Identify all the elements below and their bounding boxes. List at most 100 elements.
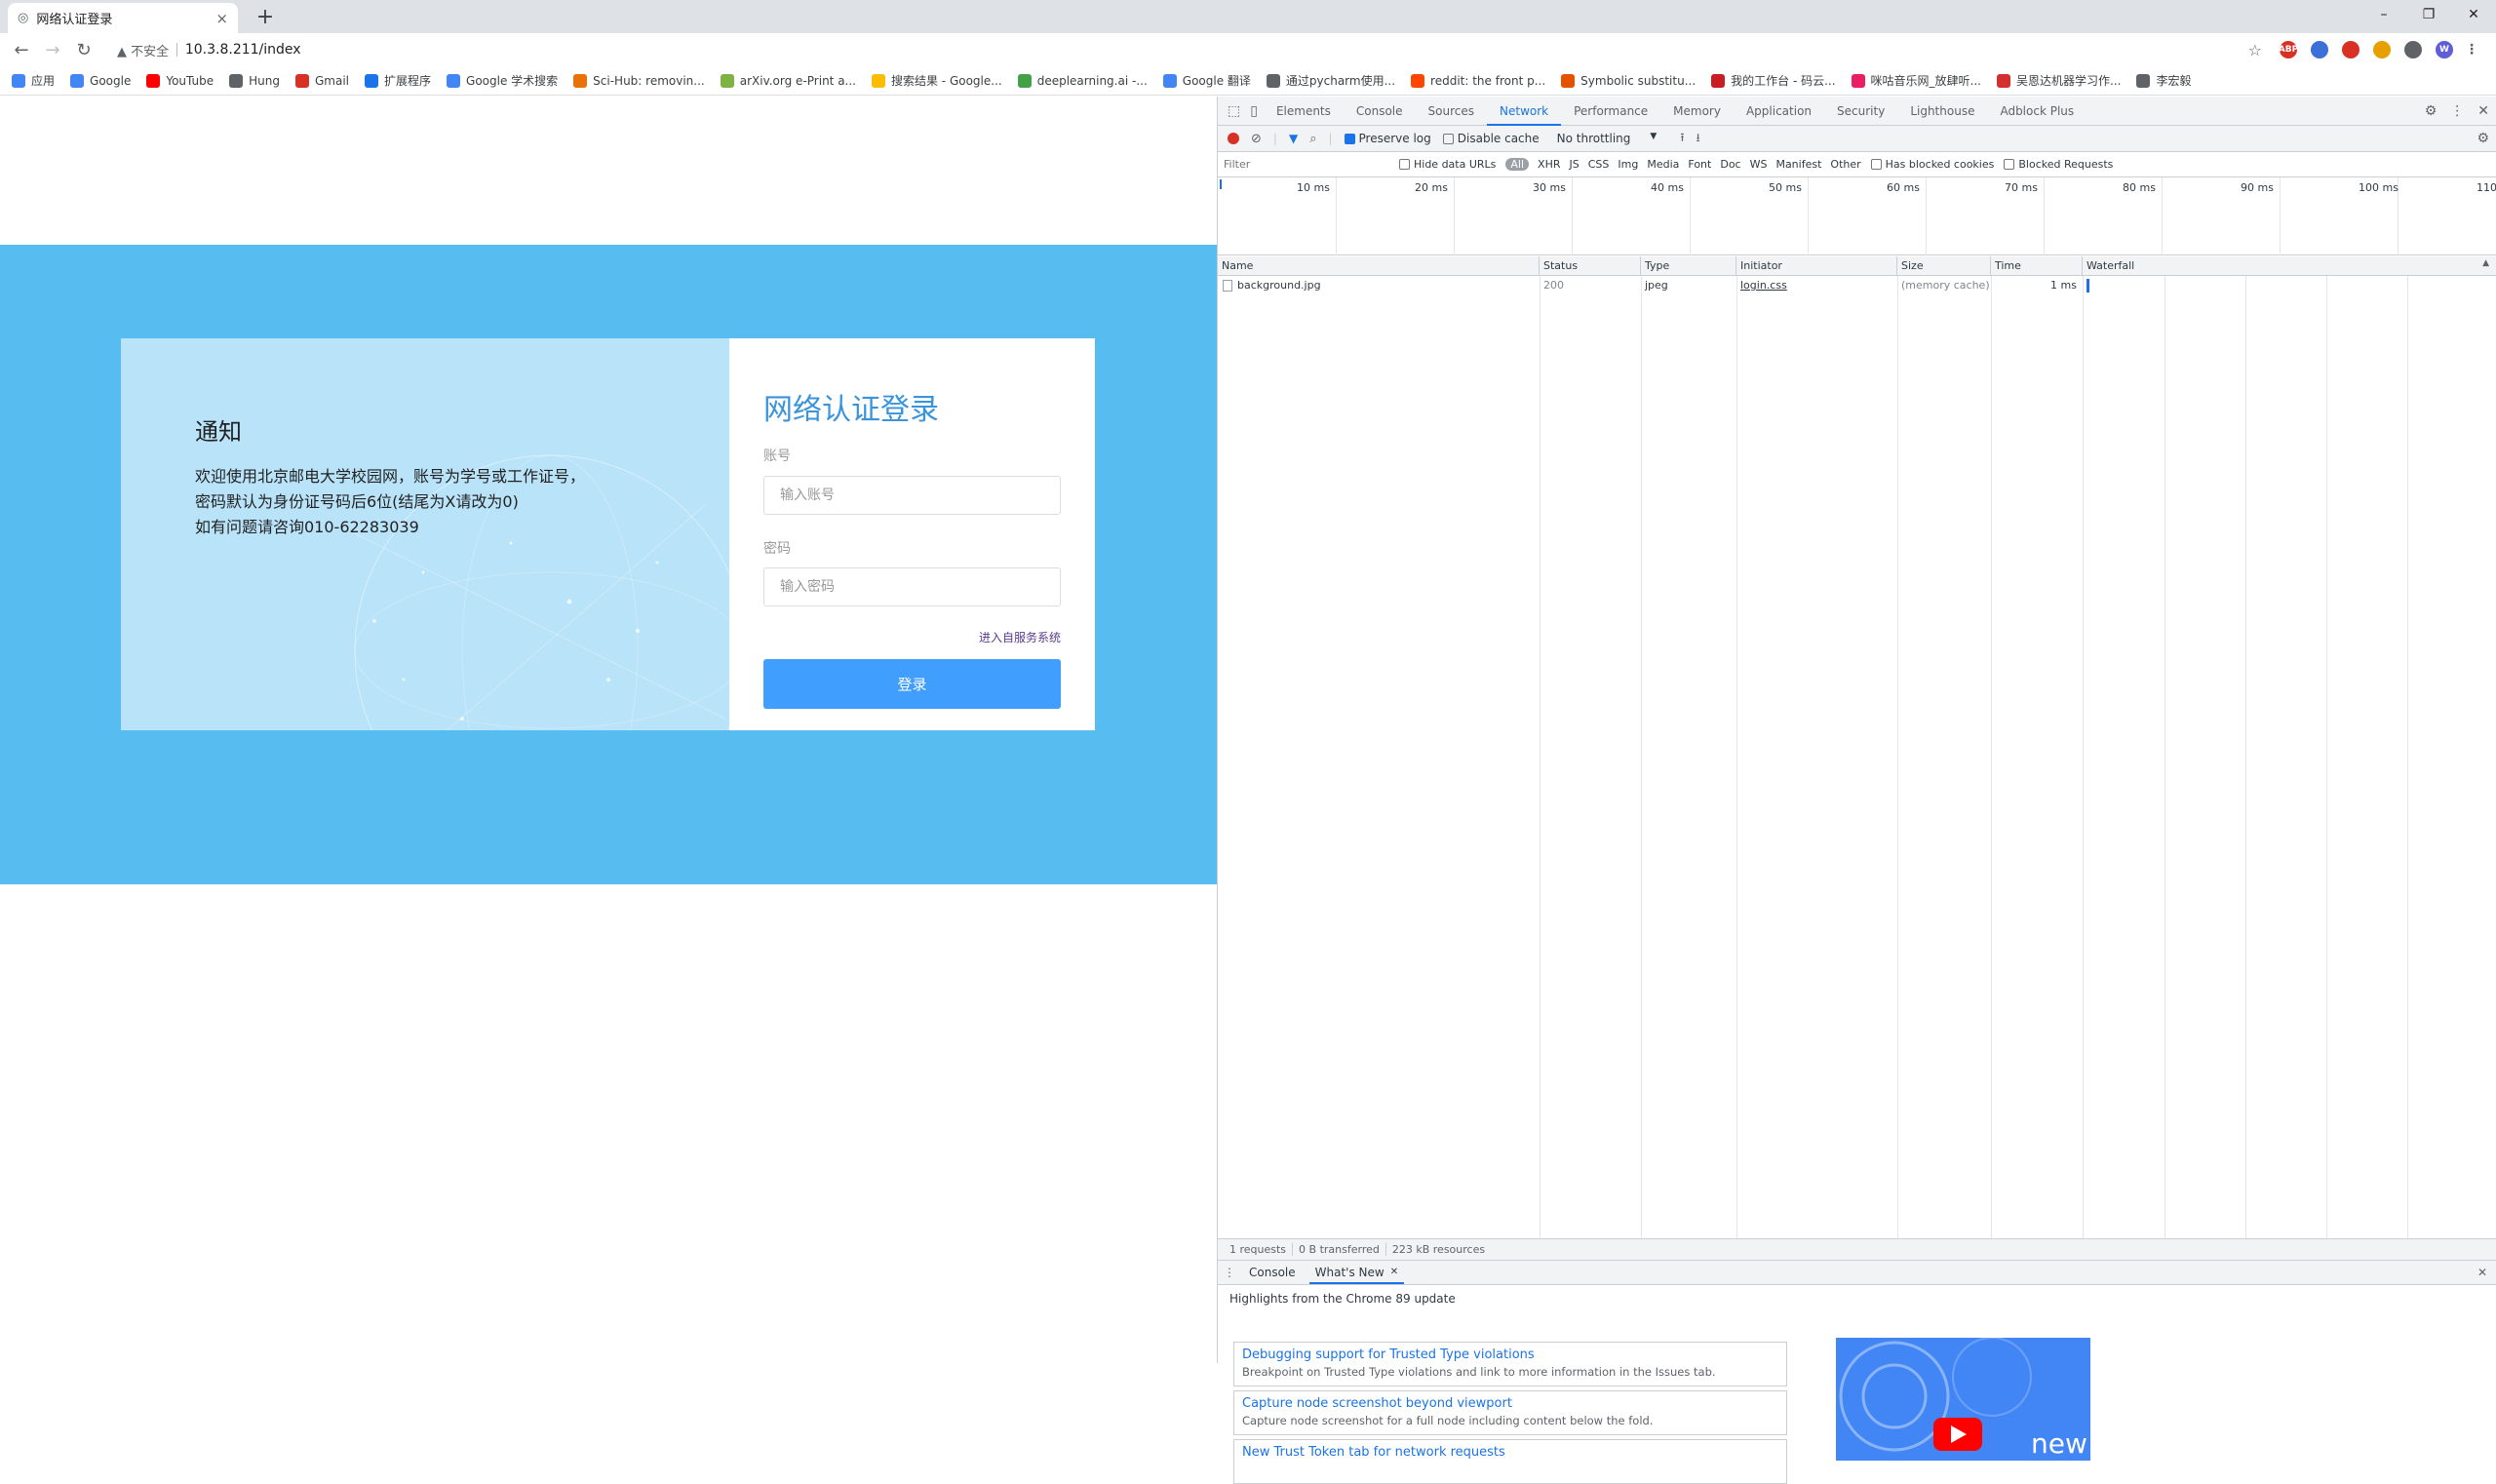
whats-new-card[interactable]: Capture node screenshot beyond viewport C… <box>1233 1390 1787 1435</box>
bookmark-item[interactable]: reddit: the front p... <box>1411 73 1545 88</box>
column-header[interactable]: Name <box>1218 256 1540 276</box>
filter-input[interactable] <box>1224 155 1389 174</box>
bookmark-item[interactable]: Hung <box>229 73 280 88</box>
whats-new-video-thumbnail[interactable]: new <box>1836 1338 2090 1461</box>
type-filter-button[interactable]: WS <box>1750 158 1768 171</box>
column-header[interactable]: Status <box>1540 256 1641 276</box>
back-button[interactable]: ← <box>8 36 35 63</box>
extension-icon[interactable]: W <box>2436 41 2453 59</box>
type-filter-button[interactable]: CSS <box>1588 158 1610 171</box>
import-har-icon[interactable]: ⭱ <box>1680 129 1684 149</box>
card-title[interactable]: Debugging support for Trusted Type viola… <box>1242 1347 1778 1362</box>
window-close-button[interactable]: ✕ <box>2451 0 2496 29</box>
type-filter-button[interactable]: Media <box>1647 158 1679 171</box>
tab-close-icon[interactable]: × <box>215 10 228 27</box>
card-title[interactable]: Capture node screenshot beyond viewport <box>1242 1396 1778 1411</box>
restore-button[interactable]: ❐ <box>2406 0 2451 29</box>
url-text[interactable]: 10.3.8.211/index <box>185 42 301 58</box>
bookmark-item[interactable]: Google 翻译 <box>1162 72 1251 89</box>
more-options-icon[interactable]: ⋮ <box>2450 103 2464 119</box>
drawer-tab-whats-new[interactable]: What's New ✕ <box>1308 1261 1405 1284</box>
reload-button[interactable]: ↻ <box>70 36 98 63</box>
minimize-button[interactable]: – <box>2361 0 2406 29</box>
devtools-tab[interactable]: Security <box>1824 97 1897 126</box>
extension-icon[interactable] <box>2373 41 2391 59</box>
extensions-puzzle-icon[interactable]: ⋮ <box>2463 41 2480 59</box>
type-filter-button[interactable]: Font <box>1688 158 1711 171</box>
password-input[interactable] <box>763 567 1061 606</box>
extension-icon[interactable] <box>2311 41 2328 59</box>
bookmark-item[interactable]: 李宏毅 <box>2136 72 2191 89</box>
column-header[interactable]: Waterfall <box>2083 256 2496 276</box>
type-filter-button[interactable]: Other <box>1830 158 1860 171</box>
network-overview[interactable]: 10 ms 20 ms 30 ms 40 ms 50 ms 60 ms 70 ms 80 ms… <box>1218 177 2496 255</box>
disable-cache-checkbox[interactable]: Disable cache <box>1442 132 1540 145</box>
inspect-element-icon[interactable]: ⬚ <box>1228 103 1240 119</box>
extension-icon[interactable] <box>2342 41 2360 59</box>
cell-initiator[interactable]: login.css <box>1736 276 1897 295</box>
devtools-tab[interactable]: Memory <box>1660 97 1734 126</box>
devtools-tab[interactable]: Lighthouse <box>1897 97 1987 126</box>
whats-new-card[interactable]: Debugging support for Trusted Type viola… <box>1233 1342 1787 1386</box>
export-har-icon[interactable]: ⭳ <box>1696 129 1700 149</box>
column-header[interactable]: Initiator <box>1736 256 1897 276</box>
bookmark-item[interactable]: 应用 <box>12 72 55 89</box>
column-header[interactable]: Type <box>1641 256 1736 276</box>
column-header[interactable]: Time <box>1991 256 2083 276</box>
table-row[interactable]: background.jpg 200 jpeg login.css (memory ca… <box>1218 276 2496 295</box>
devtools-tab[interactable]: Adblock Plus <box>1987 97 2086 126</box>
drawer-tab-console[interactable]: Console <box>1243 1261 1302 1284</box>
type-filter-button[interactable]: Manifest <box>1775 158 1821 171</box>
bookmark-item[interactable]: 吴恩达机器学习作... <box>1997 72 2121 89</box>
type-filter-button[interactable]: Doc <box>1720 158 1740 171</box>
bookmark-item[interactable]: 通过pycharm使用... <box>1266 72 1395 89</box>
bookmark-item[interactable]: 我的工作台 - 码云... <box>1711 72 1836 89</box>
type-filter-button[interactable]: Img <box>1618 158 1638 171</box>
bookmark-item[interactable]: 搜索结果 - Google... <box>871 72 1002 89</box>
hide-data-urls-checkbox[interactable]: Hide data URLs <box>1399 158 1496 171</box>
bookmark-item[interactable]: 咪咕音乐网_放肆听... <box>1851 72 1981 89</box>
bookmark-item[interactable]: deeplearning.ai -... <box>1017 73 1148 88</box>
bookmark-star-icon[interactable]: ☆ <box>2248 41 2262 59</box>
devtools-tab[interactable]: Sources <box>1416 97 1487 126</box>
bookmark-item[interactable]: 扩展程序 <box>365 72 431 89</box>
bookmark-item[interactable]: Google <box>70 73 131 88</box>
bookmark-item[interactable]: arXiv.org e-Print a... <box>720 73 856 88</box>
security-warning[interactable]: ▲ 不安全 <box>117 41 169 59</box>
type-filter-button[interactable]: All <box>1505 158 1530 171</box>
settings-gear-icon[interactable]: ⚙ <box>2425 103 2438 119</box>
drawer-close-icon[interactable]: ✕ <box>2477 1266 2487 1279</box>
preserve-log-checkbox[interactable]: Preserve log <box>1344 132 1431 145</box>
close-icon[interactable]: ✕ <box>1390 1261 1398 1282</box>
sort-arrow-icon[interactable]: ▲ <box>2482 258 2489 268</box>
record-icon[interactable] <box>1228 133 1239 144</box>
browser-tab[interactable]: ◎ 网络认证登录 × <box>8 3 238 33</box>
login-button[interactable]: 登录 <box>763 659 1061 709</box>
type-filter-button[interactable]: JS <box>1570 158 1580 171</box>
devtools-close-icon[interactable]: ✕ <box>2477 103 2489 119</box>
extension-icon[interactable] <box>2404 41 2422 59</box>
search-icon[interactable]: ⌕ <box>1309 132 1316 146</box>
network-settings-icon[interactable]: ⚙ <box>2476 131 2489 146</box>
devtools-tab[interactable]: Performance <box>1561 97 1660 126</box>
card-title[interactable]: New Trust Token tab for network requests <box>1242 1445 1778 1460</box>
self-service-link[interactable]: 进入自服务系统 <box>979 629 1061 645</box>
account-input[interactable] <box>763 476 1061 515</box>
bookmark-item[interactable]: Gmail <box>295 73 349 88</box>
devtools-tab[interactable]: Console <box>1344 97 1416 126</box>
column-header[interactable]: Size <box>1897 256 1991 276</box>
clear-icon[interactable]: ⊘ <box>1251 132 1262 146</box>
bookmark-item[interactable]: YouTube <box>146 73 214 88</box>
whats-new-card[interactable]: New Trust Token tab for network requests <box>1233 1439 1787 1484</box>
extension-icon[interactable]: ABP <box>2279 41 2298 59</box>
address-bar[interactable]: ▲ 不安全 | 10.3.8.211/index ☆ <box>107 37 2272 62</box>
devtools-tab[interactable]: Application <box>1734 97 1824 126</box>
bookmark-item[interactable]: Symbolic substitu... <box>1561 73 1696 88</box>
bookmark-item[interactable]: Google 学术搜索 <box>447 72 558 89</box>
drawer-menu-icon[interactable]: ⋮ <box>1224 1266 1235 1279</box>
forward-button[interactable]: → <box>39 36 66 63</box>
device-toolbar-icon[interactable]: ▯ <box>1250 103 1258 119</box>
devtools-tab[interactable]: Elements <box>1264 97 1344 126</box>
type-filter-button[interactable]: XHR <box>1538 158 1560 171</box>
filter-icon[interactable]: ▼ <box>1289 132 1298 145</box>
